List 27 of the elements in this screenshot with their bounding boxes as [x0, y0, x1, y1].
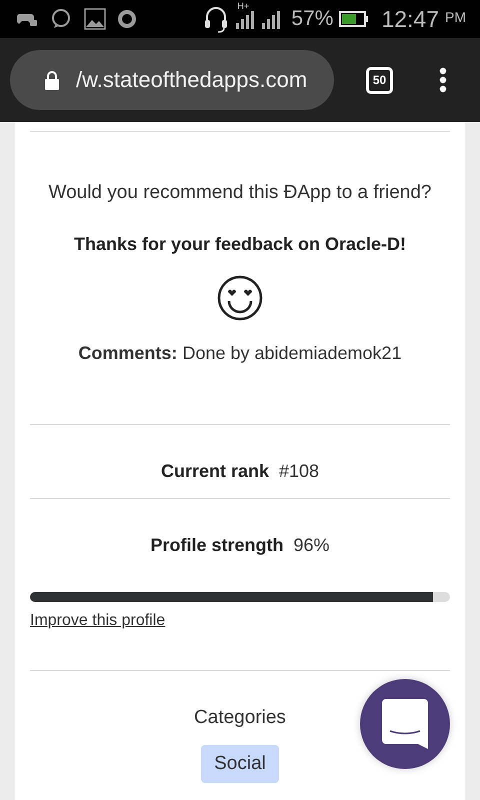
rank-label: Current rank — [160, 461, 269, 482]
chat-bubble-icon — [382, 699, 428, 749]
network-type: H+ — [237, 1, 250, 11]
battery-percentage: 57% — [291, 7, 334, 31]
lock-icon — [44, 70, 60, 90]
comments-text: Comments: Done by abidemiademok21 — [78, 343, 402, 364]
category-tag[interactable]: Social — [201, 745, 279, 783]
recommend-question: Would you recommend this ĐApp to a friend? — [48, 182, 432, 204]
clock-meridiem: PM — [445, 9, 466, 25]
heart-eyes-smiley-icon — [217, 275, 263, 321]
improve-profile-link[interactable]: Improve this profile — [30, 612, 166, 629]
menu-icon[interactable] — [439, 67, 447, 93]
battery-icon — [339, 11, 370, 27]
image-icon — [84, 8, 106, 30]
address-bar[interactable]: /w.stateofthedapps.com — [10, 50, 334, 110]
signal-icon — [235, 9, 256, 29]
headset-icon — [203, 5, 230, 33]
clock-time: 12:47 — [381, 6, 439, 32]
profile-strength-label: Profile strength — [150, 535, 284, 556]
signal-icon — [261, 9, 282, 29]
rank-value: #108 — [278, 461, 320, 482]
record-icon — [118, 10, 136, 28]
tab-count-button[interactable]: 50 — [366, 66, 393, 94]
profile-strength-value: 96% — [293, 535, 330, 556]
thanks-message: Thanks for your feedback on Oracle-D! — [74, 234, 406, 255]
categories-heading: Categories — [194, 707, 286, 729]
url-text: /w.stateofthedapps.com — [76, 67, 308, 93]
